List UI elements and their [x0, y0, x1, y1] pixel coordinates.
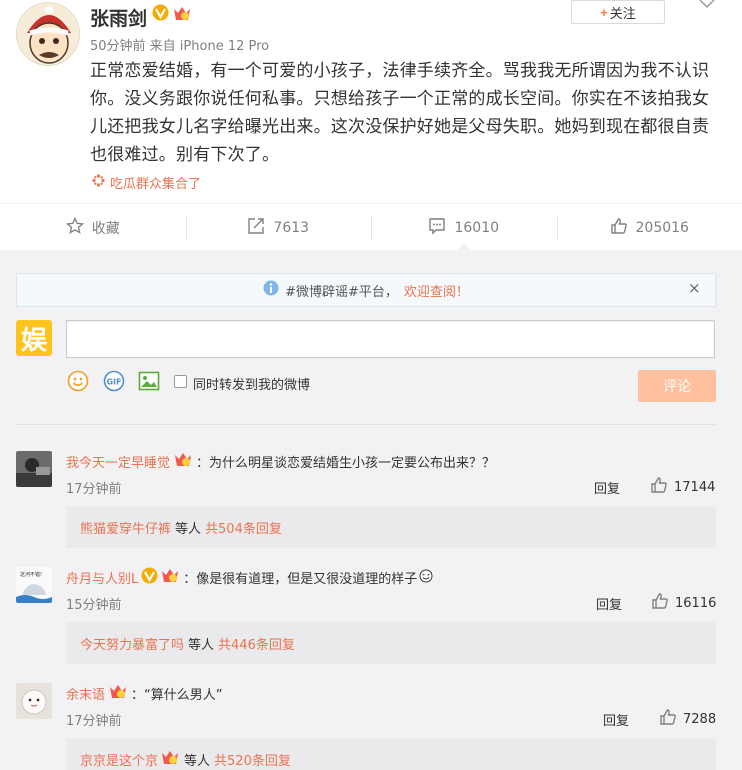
comment-time: 17分钟前	[66, 482, 122, 497]
entertainment-logo: 娱	[16, 320, 52, 356]
post-meta: 50分钟前 来自 iPhone 12 Pro	[90, 39, 270, 54]
comment-line: 我今天一定早睡觉 ：为什么明星谈恋爱结婚生小孩一定要公布出来？？	[66, 451, 495, 472]
comment-author[interactable]: 舟月与人别L	[66, 568, 138, 587]
sub-reply-count[interactable]: 共446条回复	[218, 634, 295, 653]
comment-line: 舟月与人别L ：像是很有道理，但是又很没道理的样子	[66, 567, 433, 588]
thumb-up-icon	[651, 592, 669, 614]
comment-text: ：像是很有道理，但是又很没道理的样子	[183, 572, 418, 587]
member-badge-icon[interactable]	[160, 567, 180, 588]
member-badge-icon[interactable]	[173, 451, 193, 472]
thumb-up-icon	[650, 476, 668, 498]
repost-count: 7613	[273, 219, 310, 236]
favorite-label: 收藏	[91, 220, 120, 237]
follow-label: 关注	[609, 5, 636, 21]
sub-reply-mid: 等人	[184, 753, 211, 769]
svg-text:GIF: GIF	[106, 378, 121, 387]
notice-link[interactable]: 欢迎查阅！	[404, 281, 469, 300]
chevron-down-icon[interactable]	[697, 0, 717, 10]
comment-author[interactable]: 我今天一定早睡觉	[66, 452, 170, 471]
rumor-notice[interactable]: #微博辟谣#平台， 欢迎查阅！	[16, 273, 716, 307]
member-badge-icon[interactable]	[172, 5, 192, 22]
verified-icon	[152, 4, 169, 21]
comment-line: 余末语 ：“算什么男人”	[66, 683, 223, 704]
post-action-bar: 收藏 7613 16010 205016	[0, 203, 742, 251]
author-avatar[interactable]	[16, 2, 80, 66]
reply-button[interactable]: 回复	[594, 478, 620, 497]
comment-like-button[interactable]: 16116	[651, 592, 716, 614]
comment-like-count: 7288	[683, 711, 717, 727]
comment-time: 15分钟前	[66, 598, 122, 613]
sub-reply-user[interactable]: 京京是这个京	[80, 750, 158, 769]
laughing-emoji-icon	[419, 568, 433, 587]
info-icon	[263, 280, 279, 300]
like-button[interactable]: 205016	[556, 204, 742, 251]
image-icon[interactable]	[138, 370, 160, 392]
comment-text: ：“算什么男人”	[131, 688, 223, 703]
comment-like-count: 16116	[675, 595, 717, 611]
thumb-up-icon	[610, 217, 628, 239]
repost-icon	[247, 217, 265, 239]
comment-like-button[interactable]: 7288	[659, 708, 716, 730]
member-badge-icon	[160, 749, 180, 770]
post-text: 正常恋爱结婚，有一个可爱的小孩子，法律手续齐全。骂我我无所谓因为我不认识你。没义…	[90, 61, 710, 165]
divider	[16, 424, 716, 425]
comment-icon	[428, 217, 446, 239]
sub-reply-mid: 等人	[175, 521, 202, 537]
cluster-icon	[92, 174, 105, 191]
comment-text: ：为什么明星谈恋爱结婚生小孩一定要公布出来？？	[196, 456, 496, 471]
like-count: 205016	[635, 219, 689, 236]
author-name[interactable]: 张雨剑	[90, 4, 147, 31]
forward-checkbox[interactable]	[174, 375, 187, 388]
comment-author[interactable]: 余末语	[66, 684, 105, 703]
star-icon	[65, 216, 84, 239]
plus-icon: +	[600, 4, 608, 20]
sub-reply-count[interactable]: 共520条回复	[214, 750, 291, 769]
post-source[interactable]: 吃瓜群众集合了	[92, 173, 201, 192]
sub-reply-summary[interactable]: 熊猫爱穿牛仔裤 等人 共504条回复	[66, 506, 716, 548]
favorite-button[interactable]: 收藏	[0, 204, 186, 251]
emoji-icon[interactable]	[67, 370, 89, 392]
comment-count: 16010	[454, 219, 500, 236]
reply-button[interactable]: 回复	[596, 594, 622, 613]
submit-comment-button[interactable]: 评论	[638, 370, 716, 402]
thumb-up-icon	[659, 708, 677, 730]
follow-button[interactable]: + 关注	[571, 0, 665, 24]
comment-like-count: 17144	[674, 479, 716, 495]
sub-reply-summary[interactable]: 京京是这个京 等人 共520条回复	[66, 738, 716, 770]
sub-reply-user[interactable]: 熊猫爱穿牛仔裤	[80, 518, 171, 537]
sub-reply-mid: 等人	[188, 637, 215, 653]
forward-label[interactable]: 同时转发到我的微博	[193, 374, 310, 393]
sub-reply-user[interactable]: 今天努力暴富了吗	[80, 634, 184, 653]
comment-avatar[interactable]: 这河不错!	[16, 567, 52, 603]
repost-button[interactable]: 7613	[185, 204, 372, 251]
comment-button[interactable]: 16010	[371, 204, 557, 251]
comment-avatar[interactable]	[16, 451, 52, 487]
reply-button[interactable]: 回复	[603, 710, 629, 729]
member-badge-icon[interactable]	[108, 683, 128, 704]
notice-text: #微博辟谣#平台，	[285, 284, 398, 300]
verified-icon	[141, 567, 158, 588]
comment-like-button[interactable]: 17144	[650, 476, 715, 498]
comment-avatar[interactable]	[16, 683, 52, 719]
svg-text:这河不错!: 这河不错!	[20, 571, 42, 578]
comment-input[interactable]	[66, 320, 715, 358]
sub-reply-summary[interactable]: 今天努力暴富了吗 等人 共446条回复	[66, 622, 716, 664]
gif-icon[interactable]: GIF	[103, 370, 125, 392]
comment-time: 17分钟前	[66, 714, 122, 729]
sub-reply-count[interactable]: 共504条回复	[205, 518, 282, 537]
close-icon[interactable]: ×	[688, 279, 701, 297]
source-label: 吃瓜群众集合了	[110, 177, 202, 192]
